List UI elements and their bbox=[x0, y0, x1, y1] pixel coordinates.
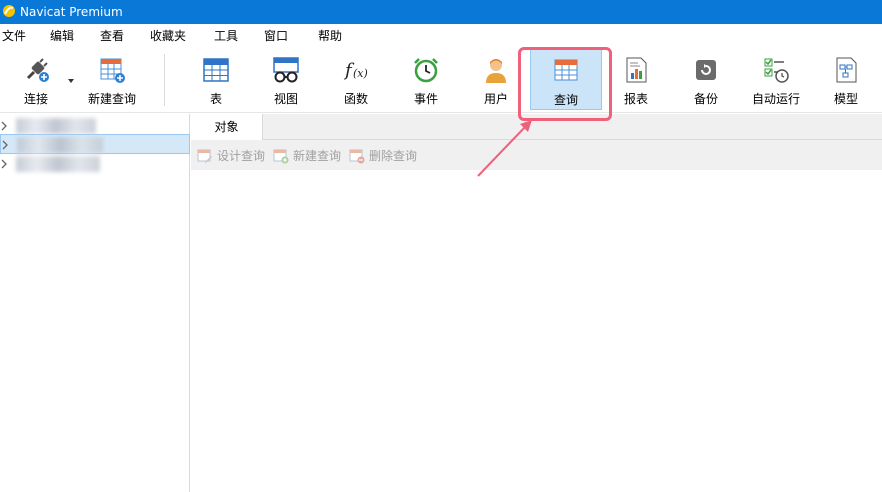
function-label: 函数 bbox=[343, 92, 368, 106]
report-icon bbox=[626, 57, 647, 83]
toolbar-separator bbox=[164, 54, 165, 106]
object-toolbar: 设计查询 新建查询 删除查询 bbox=[191, 140, 882, 170]
menu-help[interactable]: 帮助 bbox=[318, 28, 342, 44]
menu-window[interactable]: 窗口 bbox=[264, 28, 288, 44]
svg-text:(x): (x) bbox=[353, 67, 368, 80]
alarm-clock-icon bbox=[414, 58, 438, 83]
menu-view[interactable]: 查看 bbox=[100, 28, 124, 44]
backup-icon bbox=[696, 60, 716, 80]
new-query-toolbar-button[interactable]: 新建查询 bbox=[80, 48, 144, 112]
tab-bar: 对象 bbox=[191, 114, 882, 140]
blurred-connection-name bbox=[16, 156, 100, 172]
connect-button[interactable]: 连接 bbox=[8, 48, 64, 112]
navicat-logo-icon bbox=[3, 5, 15, 17]
view-label: 视图 bbox=[273, 92, 298, 106]
tree-item-selected[interactable] bbox=[0, 134, 190, 154]
menu-tools[interactable]: 工具 bbox=[214, 28, 238, 44]
new-query-object-label: 新建查询 bbox=[293, 149, 342, 163]
chevron-right-icon[interactable] bbox=[0, 158, 8, 170]
objects-list-area[interactable] bbox=[191, 170, 882, 492]
checklist-clock-icon bbox=[764, 58, 789, 83]
query-label: 查询 bbox=[553, 93, 578, 107]
function-button[interactable]: f (x) 函数 bbox=[328, 48, 384, 112]
connect-label: 连接 bbox=[23, 92, 48, 106]
report-label: 报表 bbox=[623, 92, 648, 106]
toolbar-divider bbox=[0, 112, 882, 113]
new-query-icon bbox=[100, 58, 125, 83]
new-query-icon bbox=[273, 149, 289, 164]
event-button[interactable]: 事件 bbox=[398, 48, 454, 112]
tab-objects[interactable]: 对象 bbox=[191, 114, 263, 140]
design-query-icon bbox=[197, 149, 212, 163]
menu-favorites[interactable]: 收藏夹 bbox=[150, 28, 186, 44]
blurred-connection-name bbox=[17, 137, 103, 153]
view-button[interactable]: 视图 bbox=[258, 48, 314, 112]
delete-query-label: 删除查询 bbox=[369, 149, 418, 163]
user-label: 用户 bbox=[483, 92, 508, 106]
tree-item[interactable] bbox=[0, 116, 190, 136]
automation-button[interactable]: 自动运行 bbox=[744, 48, 808, 112]
user-icon bbox=[486, 59, 506, 83]
user-button[interactable]: 用户 bbox=[468, 48, 524, 112]
model-icon bbox=[836, 57, 857, 83]
chevron-right-icon[interactable] bbox=[1, 139, 9, 151]
title-bar: Navicat Premium bbox=[0, 0, 882, 24]
new-query-label: 新建查询 bbox=[87, 92, 136, 106]
function-icon: f (x) bbox=[343, 60, 368, 81]
connection-tree bbox=[0, 114, 190, 492]
query-icon bbox=[554, 59, 578, 81]
delete-query-icon bbox=[349, 149, 365, 164]
view-icon bbox=[273, 57, 299, 83]
plug-icon bbox=[26, 58, 49, 82]
blurred-connection-name bbox=[16, 118, 96, 134]
chevron-right-icon[interactable] bbox=[0, 120, 8, 132]
event-label: 事件 bbox=[413, 92, 438, 106]
query-button[interactable]: 查询 bbox=[530, 48, 602, 110]
menu-file[interactable]: 文件 bbox=[2, 28, 26, 44]
window-title: Navicat Premium bbox=[20, 5, 123, 19]
report-button[interactable]: 报表 bbox=[608, 48, 664, 112]
menu-bar: 文件 编辑 查看 收藏夹 工具 窗口 帮助 bbox=[0, 24, 882, 48]
design-query-label: 设计查询 bbox=[217, 149, 266, 163]
model-button[interactable]: 模型 bbox=[818, 48, 874, 112]
automation-label: 自动运行 bbox=[751, 92, 800, 106]
table-icon bbox=[203, 58, 229, 82]
backup-label: 备份 bbox=[693, 92, 718, 106]
table-button[interactable]: 表 bbox=[188, 48, 244, 112]
model-label: 模型 bbox=[833, 92, 858, 106]
main-toolbar: 连接 新建查询 表 视图 f (x) 函数 事件 用户 查询 报表 备份 自动运… bbox=[0, 48, 882, 112]
table-label: 表 bbox=[209, 92, 222, 106]
chevron-down-icon[interactable] bbox=[68, 78, 74, 84]
menu-edit[interactable]: 编辑 bbox=[50, 28, 74, 44]
tree-item[interactable] bbox=[0, 154, 190, 174]
backup-button[interactable]: 备份 bbox=[678, 48, 734, 112]
